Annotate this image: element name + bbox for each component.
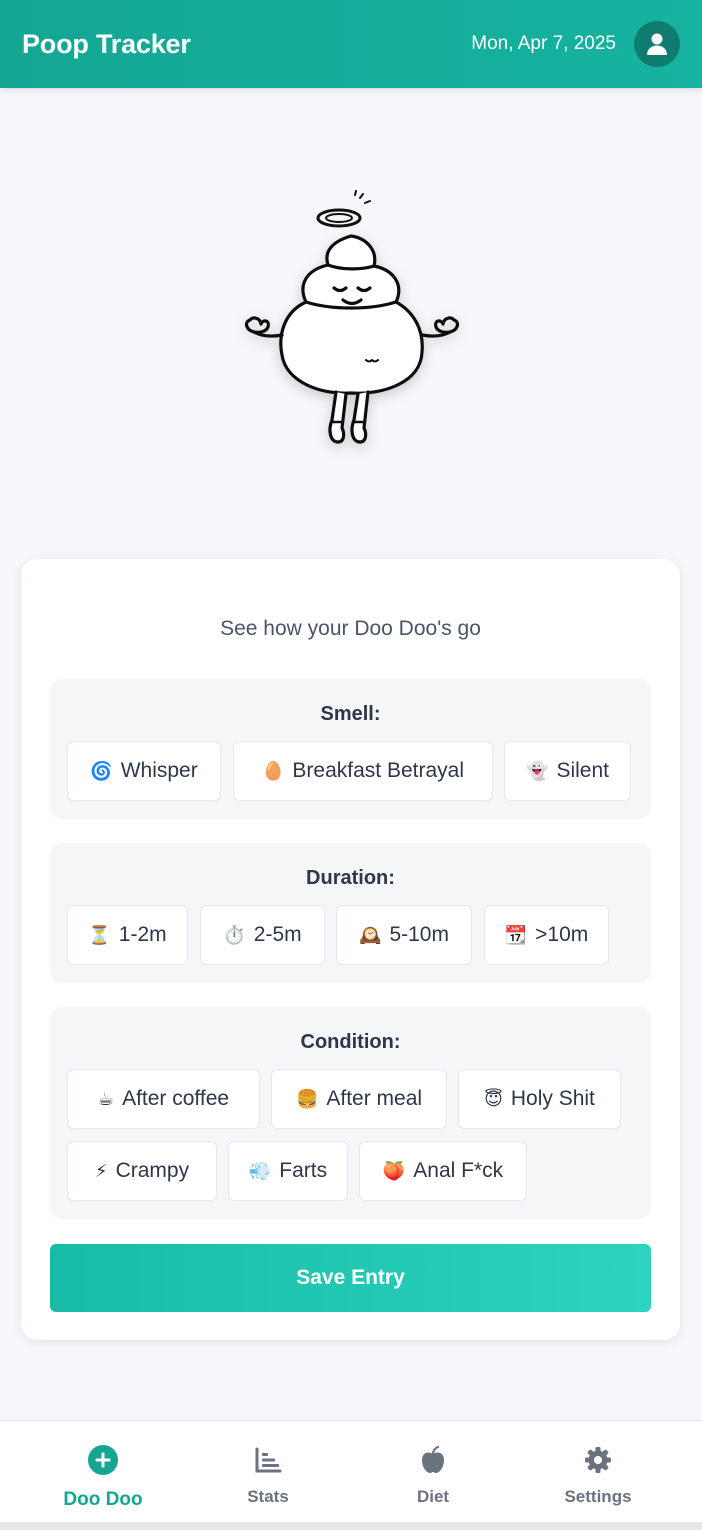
mascot-area xyxy=(0,190,702,460)
burger-icon: 🍔 xyxy=(295,1088,319,1109)
swirl-icon: 🌀 xyxy=(90,760,113,781)
chip-label: Anal F*ck xyxy=(413,1159,504,1182)
nav-label: Diet xyxy=(416,1487,450,1506)
condition-option-anal-fck[interactable]: 🍑 Anal F*ck xyxy=(359,1141,527,1201)
chip-label: Silent xyxy=(556,759,609,782)
bottom-nav: Doo Doo Stats Diet Settings xyxy=(0,1420,702,1530)
halo-face-icon: 😇 xyxy=(484,1088,503,1109)
condition-option-after-coffee[interactable]: ☕ After coffee xyxy=(67,1069,260,1129)
ghost-icon: 👻 xyxy=(526,760,549,781)
smell-option-whisper[interactable]: 🌀 Whisper xyxy=(67,741,221,801)
calendar-icon: 📆 xyxy=(504,924,528,945)
apple-icon xyxy=(420,1443,446,1477)
bar-chart-icon xyxy=(254,1443,282,1477)
nav-label: Settings xyxy=(564,1487,632,1506)
duration-section: Duration: ⏳ 1-2m ⏱️ 2-5m 🕰️ 5-10m 📆 >10m xyxy=(50,843,651,983)
condition-option-holy-shit[interactable]: 😇 Holy Shit xyxy=(458,1069,621,1129)
nav-item-stats[interactable]: Stats xyxy=(180,1421,356,1523)
lightning-icon: ⚡ xyxy=(94,1160,108,1181)
app-title: Poop Tracker xyxy=(22,28,191,59)
smell-title: Smell: xyxy=(320,703,381,725)
chip-label: 5-10m xyxy=(389,923,449,946)
condition-option-after-meal[interactable]: 🍔 After meal xyxy=(271,1069,447,1129)
gear-icon xyxy=(584,1443,612,1477)
user-icon xyxy=(647,33,667,55)
clock-icon: 🕰️ xyxy=(359,924,382,945)
entry-card: See how your Doo Doo's go Smell: 🌀 Whisp… xyxy=(21,559,680,1340)
plus-circle-icon xyxy=(87,1443,119,1477)
duration-option-1-2m[interactable]: ⏳ 1-2m xyxy=(67,905,188,965)
chip-label: After coffee xyxy=(122,1087,230,1110)
chip-label: 1-2m xyxy=(118,923,167,946)
chip-label: Breakfast Betrayal xyxy=(292,759,464,782)
nav-item-doo-doo[interactable]: Doo Doo xyxy=(15,1421,191,1523)
coffee-icon: ☕ xyxy=(97,1088,115,1109)
system-bottom-bar xyxy=(0,1522,702,1530)
condition-option-farts[interactable]: 💨 Farts xyxy=(228,1141,348,1201)
nav-item-diet[interactable]: Diet xyxy=(345,1421,521,1523)
duration-option-2-5m[interactable]: ⏱️ 2-5m xyxy=(200,905,325,965)
condition-option-crampy[interactable]: ⚡ Crampy xyxy=(67,1141,217,1201)
peach-icon: 🍑 xyxy=(382,1160,406,1181)
chip-label: Farts xyxy=(279,1159,328,1182)
duration-title: Duration: xyxy=(306,867,395,889)
hourglass-icon: ⏳ xyxy=(88,924,111,945)
chip-label: Holy Shit xyxy=(510,1087,595,1110)
smell-section: Smell: 🌀 Whisper 🥚 Breakfast Betrayal 👻 … xyxy=(50,679,651,819)
duration-option-5-10m[interactable]: 🕰️ 5-10m xyxy=(336,905,472,965)
condition-section: Condition: ☕ After coffee 🍔 After meal 😇… xyxy=(50,1007,651,1219)
nav-label: Stats xyxy=(247,1487,289,1506)
poop-angel-mascot xyxy=(244,190,460,444)
chip-label: Crampy xyxy=(115,1159,190,1182)
chip-label: >10m xyxy=(535,923,589,946)
smell-option-silent[interactable]: 👻 Silent xyxy=(504,741,631,801)
header-right: Mon, Apr 7, 2025 xyxy=(471,21,680,67)
header-date: Mon, Apr 7, 2025 xyxy=(471,33,616,54)
condition-title: Condition: xyxy=(300,1031,401,1053)
chip-label: After meal xyxy=(326,1087,423,1110)
card-subtitle: See how your Doo Doo's go xyxy=(220,617,481,640)
nav-item-settings[interactable]: Settings xyxy=(510,1421,686,1523)
egg-icon: 🥚 xyxy=(261,760,285,781)
chip-label: Whisper xyxy=(120,759,198,782)
wind-icon: 💨 xyxy=(248,1160,272,1181)
profile-avatar-button[interactable] xyxy=(634,21,680,67)
app-header: Poop Tracker Mon, Apr 7, 2025 xyxy=(0,0,702,88)
nav-label: Doo Doo xyxy=(63,1489,143,1510)
chip-label: 2-5m xyxy=(253,923,302,946)
save-entry-button[interactable]: Save Entry xyxy=(50,1244,651,1312)
stopwatch-icon: ⏱️ xyxy=(223,924,246,945)
duration-option-over-10m[interactable]: 📆 >10m xyxy=(484,905,609,965)
smell-option-breakfast-betrayal[interactable]: 🥚 Breakfast Betrayal xyxy=(233,741,493,801)
